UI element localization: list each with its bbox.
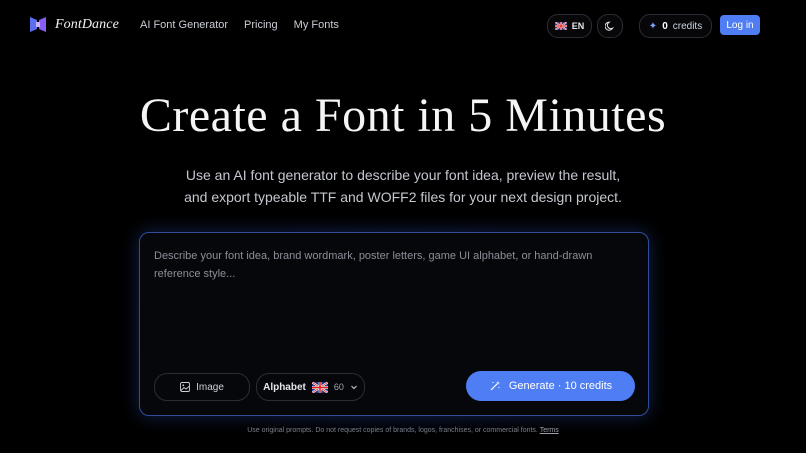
uk-flag-icon — [311, 381, 328, 393]
nav-link-ai-font-generator[interactable]: AI Font Generator — [140, 19, 228, 31]
uk-flag-icon — [554, 22, 567, 30]
alphabet-count: 60 — [333, 382, 344, 392]
disclaimer-text: Use original prompts. Do not request cop… — [247, 427, 538, 434]
credits-label: credits — [672, 20, 703, 32]
alphabet-label: Alphabet — [263, 381, 306, 393]
generate-button[interactable]: Generate · 10 credits — [466, 371, 635, 401]
theme-toggle[interactable] — [597, 14, 623, 38]
nav-link-pricing[interactable]: Pricing — [244, 19, 278, 31]
magic-wand-icon — [490, 381, 500, 391]
chevron-down-icon — [351, 385, 357, 390]
nav-links: AI Font Generator Pricing My Fonts — [140, 19, 339, 31]
hero-subtitle-line-2: and export typeable TTF and WOFF2 files … — [184, 189, 622, 205]
fontdance-logo-icon — [30, 17, 46, 32]
prompt-input[interactable]: Describe your font idea, brand wordmark,… — [154, 247, 624, 283]
disclaimer: Use original prompts. Do not request cop… — [0, 427, 806, 434]
language-selector[interactable]: EN — [547, 14, 592, 38]
brand-name: FontDance — [55, 16, 119, 32]
image-icon — [180, 382, 191, 392]
terms-link[interactable]: Terms — [540, 427, 559, 434]
generate-button-label: Generate · 10 credits — [508, 380, 613, 392]
sparkle-icon: ✦ — [648, 20, 658, 32]
top-nav: FontDance AI Font Generator Pricing My F… — [0, 0, 806, 50]
image-button-label: Image — [196, 381, 224, 393]
nav-link-my-fonts[interactable]: My Fonts — [294, 19, 339, 31]
credits-badge[interactable]: ✦ 0 credits — [639, 14, 712, 38]
prompt-box: Describe your font idea, brand wordmark,… — [139, 232, 649, 416]
image-upload-button[interactable]: Image — [154, 373, 250, 401]
page-title: Create a Font in 5 Minutes — [139, 89, 667, 142]
moon-icon — [605, 21, 614, 31]
hero-subtitle: Use an AI font generator to describe you… — [0, 164, 806, 208]
login-button[interactable]: Log in — [720, 15, 760, 35]
language-code: EN — [571, 21, 585, 31]
alphabet-selector[interactable]: Alphabet 60 — [256, 373, 365, 401]
hero-subtitle-line-1: Use an AI font generator to describe you… — [185, 167, 621, 183]
credits-count: 0 — [662, 20, 668, 32]
brand[interactable]: FontDance — [29, 16, 119, 33]
